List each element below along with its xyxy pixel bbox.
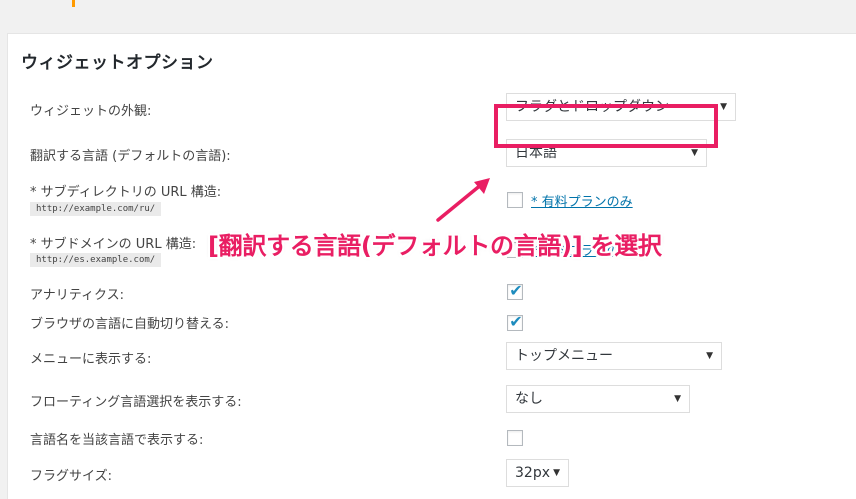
chevron-down-icon: ▼: [720, 102, 727, 112]
appearance-label: ウィジェットの外観:: [30, 104, 152, 119]
instruction-caption: [翻訳する言語(デフォルトの言語)] を選択: [208, 232, 662, 260]
section-title: ウィジェットオプション: [21, 53, 214, 73]
subdomain-example: http://es.example.com/: [30, 253, 162, 267]
floating-value: なし: [515, 391, 543, 407]
analytics-label: アナリティクス:: [30, 288, 124, 303]
check-icon: ✔: [509, 312, 523, 331]
native-names-label: 言語名を当該言語で表示する:: [30, 433, 204, 448]
pointer-arrow-icon: [436, 178, 490, 222]
subdomain-label: * サブドメインの URL 構造:: [30, 237, 197, 252]
widget-options-panel: ウィジェットオプション ウィジェットの外観: フラグとドロップダウン ▼ 翻訳す…: [7, 33, 856, 499]
menu-value: トップメニュー: [515, 348, 613, 364]
subdirectory-example: http://example.com/ru/: [30, 202, 162, 216]
auto-switch-checkbox[interactable]: ✔: [507, 312, 523, 331]
top-strip: [0, 0, 856, 32]
top-accent: [72, 0, 75, 7]
chevron-down-icon: ▼: [674, 394, 681, 404]
subdirectory-checkbox[interactable]: [507, 192, 523, 208]
chevron-down-icon: ▼: [553, 468, 560, 478]
floating-select[interactable]: なし ▼: [506, 385, 690, 413]
native-names-checkbox[interactable]: [507, 430, 523, 446]
check-icon: ✔: [509, 281, 523, 300]
menu-select[interactable]: トップメニュー ▼: [506, 342, 722, 370]
subdirectory-label: * サブディレクトリの URL 構造:: [30, 185, 222, 200]
chevron-down-icon: ▼: [706, 351, 713, 361]
auto-switch-label: ブラウザの言語に自動切り替える:: [30, 317, 229, 332]
analytics-checkbox[interactable]: ✔: [507, 281, 523, 300]
menu-label: メニューに表示する:: [30, 352, 152, 367]
flag-size-value: 32px: [515, 465, 550, 481]
default-language-label: 翻訳する言語 (デフォルトの言語):: [30, 149, 231, 164]
flag-size-select[interactable]: 32px ▼: [506, 459, 569, 487]
flag-size-label: フラグサイズ:: [30, 469, 112, 484]
subdirectory-paid-link[interactable]: * 有料プランのみ: [531, 191, 633, 210]
highlight-box: [494, 104, 718, 148]
floating-label: フローティング言語選択を表示する:: [30, 395, 242, 410]
